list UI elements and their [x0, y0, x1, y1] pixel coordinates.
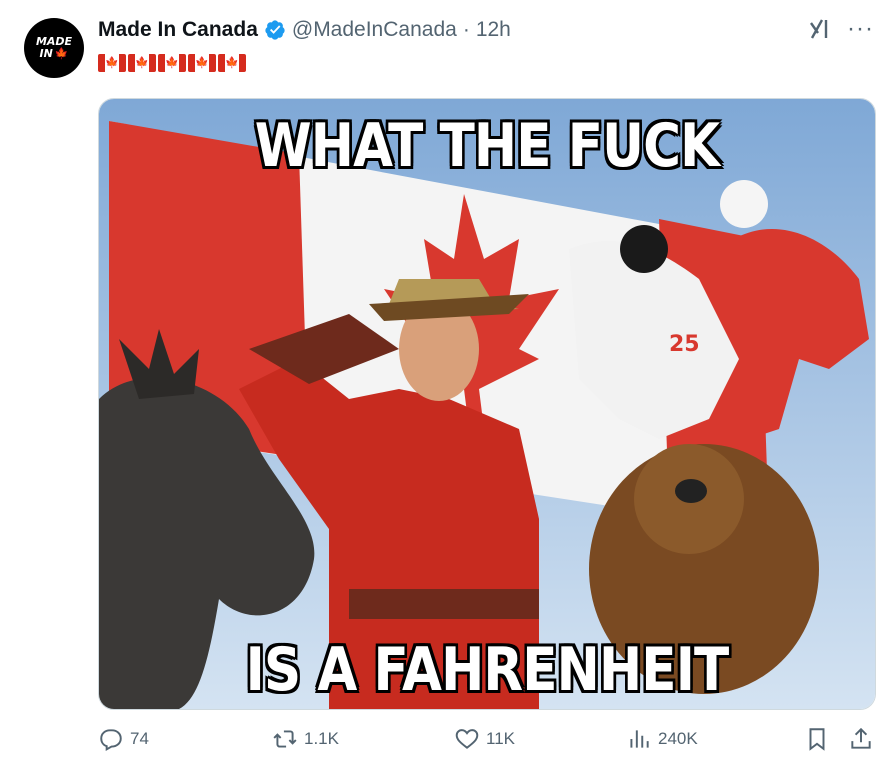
grok-icon[interactable] — [807, 16, 833, 42]
handle[interactable]: @MadeInCanada — [292, 18, 457, 42]
canada-flag-icon: 🍁 — [188, 54, 216, 72]
meme-top-caption: WHAT THE FUCK — [254, 111, 720, 181]
more-icon[interactable]: ··· — [847, 17, 874, 41]
views-button[interactable]: 240K — [626, 726, 698, 752]
views-icon — [630, 730, 649, 748]
action-bar: 74 1.1K 11K 240K — [98, 726, 874, 760]
verified-badge-icon[interactable] — [264, 19, 286, 41]
share-icon — [851, 727, 871, 749]
tweet[interactable]: MADE IN 🍁 Made In Canada @MadeInCanada ·… — [0, 0, 892, 774]
repost-button[interactable]: 1.1K — [272, 726, 339, 752]
maple-leaf-icon: 🍁 — [54, 47, 69, 60]
tweet-top-actions: ··· — [807, 16, 874, 42]
tweet-image[interactable]: 25 WHAT THE FUCK IS A FAHRENHEIT — [98, 98, 876, 710]
reply-count: 74 — [130, 729, 149, 748]
like-count: 11K — [486, 729, 515, 748]
bio-flags: 🍁 🍁 🍁 🍁 🍁 — [98, 54, 246, 72]
display-name[interactable]: Made In Canada — [98, 18, 258, 42]
repost-icon — [273, 730, 297, 748]
jersey-number: 25 — [669, 332, 700, 357]
meme-bottom-caption: IS A FAHRENHEIT — [245, 635, 730, 705]
canada-flag-icon: 🍁 — [158, 54, 186, 72]
avatar-text-in: IN — [39, 47, 53, 60]
reply-icon — [100, 729, 122, 751]
reply-button[interactable]: 74 — [98, 726, 149, 752]
timestamp[interactable]: 12h — [476, 18, 511, 42]
like-icon — [455, 729, 479, 749]
bookmark-icon — [809, 728, 825, 751]
canada-flag-icon: 🍁 — [98, 54, 126, 72]
canada-flag-icon: 🍁 — [218, 54, 246, 72]
bookmark-button[interactable] — [804, 726, 830, 752]
views-count: 240K — [658, 729, 698, 748]
like-button[interactable]: 11K — [454, 726, 515, 752]
avatar[interactable]: MADE IN 🍁 — [24, 18, 84, 78]
separator-dot: · — [462, 18, 470, 41]
canada-flag-icon: 🍁 — [128, 54, 156, 72]
meme-illustration: 25 — [99, 99, 875, 709]
avatar-line2: IN 🍁 — [39, 48, 68, 60]
share-button[interactable] — [848, 726, 874, 752]
repost-count: 1.1K — [304, 729, 339, 748]
tweet-header: Made In Canada @MadeInCanada · 12h — [98, 18, 511, 42]
